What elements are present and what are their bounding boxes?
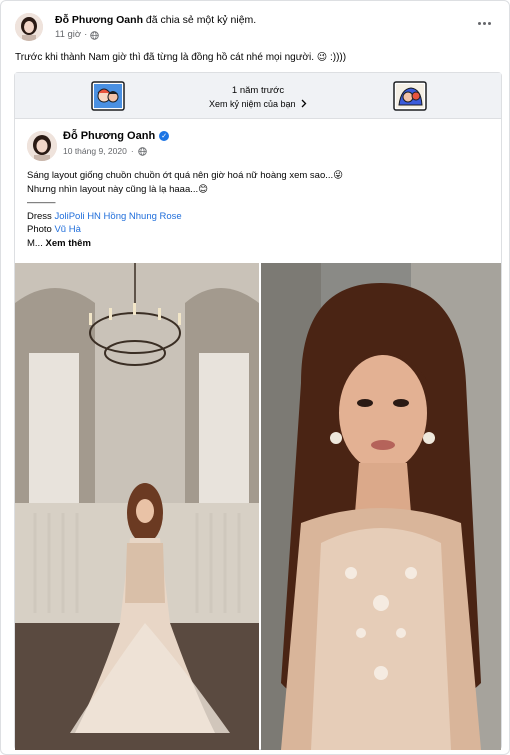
post-meta: 11 giờ · bbox=[55, 29, 100, 41]
post-time[interactable]: 11 giờ bbox=[55, 29, 81, 41]
chevron-right-icon bbox=[301, 99, 307, 108]
memory-link-label: Xem kỷ niệm của bạn bbox=[208, 99, 296, 109]
photo-link[interactable]: Vũ Hà bbox=[54, 224, 80, 235]
post-header: Đỗ Phương Oanh đã chia sẻ một kỷ niệm. 1… bbox=[15, 13, 495, 47]
author-avatar[interactable] bbox=[15, 13, 43, 41]
inner-author-avatar[interactable] bbox=[27, 131, 57, 161]
text-line-1: Sáng layout giống chuồn chuồn ớt quá nên… bbox=[27, 170, 344, 181]
photo-portrait[interactable] bbox=[261, 263, 501, 750]
see-more-link[interactable]: Xem thêm bbox=[45, 238, 90, 249]
separator: · bbox=[130, 146, 134, 156]
truncated-prefix: M... bbox=[27, 237, 43, 249]
text-line-3: ——— bbox=[27, 197, 56, 208]
photo-grid bbox=[15, 263, 501, 750]
inner-post-meta: 10 tháng 9, 2020 · bbox=[63, 146, 147, 156]
author-action: đã chia sẻ một kỷ niệm. bbox=[145, 14, 257, 26]
inner-author-name[interactable]: Đỗ Phương Oanh ✓ bbox=[63, 130, 170, 142]
shared-memory-post: Đỗ Phương Oanh đã chia sẻ một kỷ niệm. 1… bbox=[0, 0, 510, 755]
photo-credit: Photo Vũ Hà bbox=[27, 223, 487, 237]
author-line: Đỗ Phương Oanh đã chia sẻ một kỷ niệm. bbox=[55, 13, 256, 27]
post-caption: Trước khi thành Nam giờ thì đã từng là đ… bbox=[15, 52, 347, 63]
separator: · bbox=[84, 29, 88, 40]
dress-label: Dress bbox=[27, 210, 52, 222]
verified-icon: ✓ bbox=[159, 131, 170, 141]
photo-label: Photo bbox=[27, 224, 52, 235]
inner-post-date[interactable]: 10 tháng 9, 2020 bbox=[63, 146, 127, 156]
more-icon[interactable] bbox=[473, 15, 495, 31]
dress-link[interactable]: JoliPoli HN Hồng Nhung Rose bbox=[54, 211, 181, 222]
globe-icon bbox=[90, 30, 100, 40]
inner-author-label: Đỗ Phương Oanh bbox=[63, 130, 156, 142]
memory-banner[interactable]: 1 năm trước Xem kỷ niệm của bạn bbox=[15, 73, 501, 119]
truncated-line: M... Xem thêm bbox=[27, 237, 487, 251]
inner-post-text: Sáng layout giống chuồn chuồn ớt quá nên… bbox=[27, 169, 487, 250]
globe-icon bbox=[137, 146, 147, 156]
dress-credit: Dress JoliPoli HN Hồng Nhung Rose bbox=[27, 210, 487, 224]
memory-illustration-right bbox=[391, 79, 429, 113]
photo-full-length[interactable] bbox=[15, 263, 259, 750]
text-line-2: Nhưng nhìn layout này cũng là lạ haaa...… bbox=[27, 183, 209, 195]
memory-card: 1 năm trước Xem kỷ niệm của bạn Đỗ Phươn… bbox=[14, 72, 502, 750]
author-name[interactable]: Đỗ Phương Oanh bbox=[55, 14, 143, 26]
